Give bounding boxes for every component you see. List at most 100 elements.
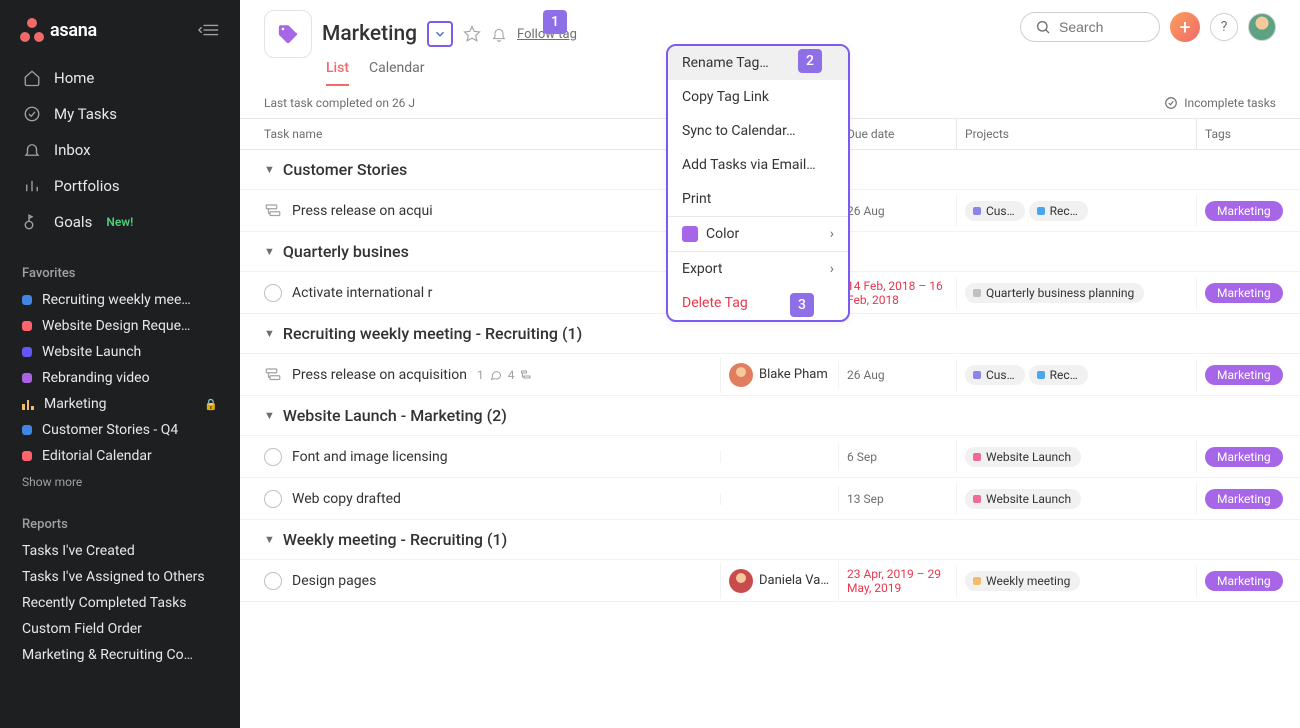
main-content: Marketing Follow tag ListCalendar +: [240, 0, 1300, 728]
sidebar-favorite-item[interactable]: Website Design Reque…: [8, 313, 232, 339]
tag-pill[interactable]: Marketing: [1205, 201, 1283, 221]
col-tags[interactable]: Tags: [1196, 119, 1300, 149]
tag-pill[interactable]: Marketing: [1205, 447, 1283, 467]
user-avatar[interactable]: [1248, 13, 1276, 41]
task-name: Press release on acqui: [292, 203, 433, 219]
menu-copy-tag-link[interactable]: Copy Tag Link: [668, 80, 848, 114]
section-title: Customer Stories: [283, 160, 407, 179]
project-color-dot: [22, 321, 32, 331]
menu-delete-tag[interactable]: Delete Tag: [668, 286, 848, 320]
project-pill[interactable]: Weekly meeting: [965, 571, 1080, 591]
bell-icon: [491, 26, 507, 42]
sidebar-favorite-item[interactable]: Rebranding video: [8, 365, 232, 391]
sidebar-report-item[interactable]: Tasks I've Assigned to Others: [8, 564, 232, 590]
complete-checkbox[interactable]: [264, 572, 282, 590]
project-color-dot: [22, 451, 32, 461]
sidebar-report-item[interactable]: Recently Completed Tasks: [8, 590, 232, 616]
col-due[interactable]: Due date: [838, 119, 956, 149]
sidebar-favorite-item[interactable]: Marketing🔒: [8, 391, 232, 417]
sidebar-favorite-item[interactable]: Editorial Calendar: [8, 443, 232, 469]
task-name: Font and image licensing: [292, 449, 448, 465]
home-icon: [22, 68, 42, 88]
section-header[interactable]: ▼Website Launch - Marketing (2): [240, 396, 1300, 436]
complete-checkbox[interactable]: [264, 490, 282, 508]
menu-export[interactable]: Export›: [668, 252, 848, 286]
section-header[interactable]: ▼Weekly meeting - Recruiting (1): [240, 520, 1300, 560]
callout-2: 2: [798, 49, 822, 73]
project-pill[interactable]: Website Launch: [965, 489, 1081, 509]
sidebar-report-item[interactable]: Custom Field Order: [8, 616, 232, 642]
project-label: Weekly meeting: [986, 574, 1070, 588]
sidebar-report-item[interactable]: Tasks I've Created: [8, 538, 232, 564]
menu-color[interactable]: Color›: [668, 217, 848, 251]
sidebar-nav-portfolios[interactable]: Portfolios: [8, 168, 232, 204]
menu-add-tasks-email[interactable]: Add Tasks via Email…: [668, 148, 848, 182]
complete-checkbox[interactable]: [264, 448, 282, 466]
sidebar-nav-goals[interactable]: GoalsNew!: [8, 204, 232, 240]
tag-pill[interactable]: Marketing: [1205, 571, 1283, 591]
project-color-dot: [22, 347, 32, 357]
complete-checkbox[interactable]: [264, 284, 282, 302]
tag-menu-button[interactable]: [427, 21, 453, 47]
project-pill[interactable]: Rec…: [1029, 365, 1088, 385]
add-button[interactable]: +: [1170, 12, 1200, 42]
tab-calendar[interactable]: Calendar: [369, 56, 425, 86]
callout-1: 1: [543, 10, 567, 34]
task-row[interactable]: Design pagesDaniela Var…23 Apr, 2019 – 2…: [240, 560, 1300, 602]
task-row[interactable]: Press release on acquisition14Blake Pham…: [240, 354, 1300, 396]
project-pill[interactable]: Cus…: [965, 365, 1025, 385]
sidebar-favorite-item[interactable]: Website Launch: [8, 339, 232, 365]
sidebar-nav-my-tasks[interactable]: My Tasks: [8, 96, 232, 132]
project-color-dot: [973, 577, 981, 585]
search-input[interactable]: [1059, 19, 1139, 35]
filter-incomplete[interactable]: Incomplete tasks: [1164, 96, 1276, 110]
task-row[interactable]: Web copy drafted13 SepWebsite LaunchMark…: [240, 478, 1300, 520]
sidebar-nav-home[interactable]: Home: [8, 60, 232, 96]
sidebar-favorite-item[interactable]: Recruiting weekly mee…: [8, 287, 232, 313]
help-button[interactable]: ?: [1210, 13, 1238, 41]
tab-list[interactable]: List: [326, 56, 349, 86]
tag-pill[interactable]: Marketing: [1205, 283, 1283, 303]
tag-icon: [264, 10, 312, 58]
col-task-name[interactable]: Task name: [240, 119, 720, 149]
search-icon: [1035, 19, 1051, 35]
task-name: Web copy drafted: [292, 491, 401, 507]
sidebar-nav-label: Goals: [54, 213, 92, 231]
project-label: Cus…: [986, 204, 1015, 218]
col-projects[interactable]: Projects: [956, 119, 1196, 149]
sidebar-report-item[interactable]: Marketing & Recruiting Co…: [8, 642, 232, 668]
assignee-avatar: [729, 363, 753, 387]
project-pill[interactable]: Quarterly business planning: [965, 283, 1144, 303]
menu-sync-calendar[interactable]: Sync to Calendar…: [668, 114, 848, 148]
tag-pill[interactable]: Marketing: [1205, 365, 1283, 385]
report-label: Recently Completed Tasks: [22, 595, 218, 611]
asana-logo[interactable]: asana: [20, 18, 97, 42]
favorite-label: Website Design Reque…: [42, 318, 218, 334]
sidebar-nav-inbox[interactable]: Inbox: [8, 132, 232, 168]
status-text: Last task completed on 26 J: [264, 96, 415, 110]
star-button[interactable]: [463, 25, 481, 43]
asana-dots-icon: [20, 18, 44, 42]
section-title: Quarterly busines: [283, 242, 409, 261]
sidebar-nav-label: Portfolios: [54, 177, 120, 195]
comment-icon: [490, 369, 502, 381]
project-label: Quarterly business planning: [986, 286, 1134, 300]
due-date: 6 Sep: [838, 444, 956, 470]
collapse-sidebar-button[interactable]: [198, 21, 220, 39]
project-color-dot: [1037, 207, 1045, 215]
project-pill[interactable]: Website Launch: [965, 447, 1081, 467]
caret-down-icon: ▼: [264, 409, 275, 422]
task-row[interactable]: Font and image licensing 6 Sep Website Lau…: [240, 436, 1300, 478]
show-more-link[interactable]: Show more: [8, 469, 232, 495]
project-color-dot: [22, 373, 32, 383]
project-label: Website Launch: [986, 450, 1071, 464]
favorite-label: Marketing: [44, 396, 194, 412]
search-box[interactable]: [1020, 12, 1160, 42]
tag-pill[interactable]: Marketing: [1205, 489, 1283, 509]
sidebar-nav-label: My Tasks: [54, 105, 117, 123]
project-pill[interactable]: Cus…: [965, 201, 1025, 221]
menu-print[interactable]: Print: [668, 182, 848, 216]
project-color-dot: [973, 371, 981, 379]
project-pill[interactable]: Rec…: [1029, 201, 1088, 221]
sidebar-favorite-item[interactable]: Customer Stories - Q4: [8, 417, 232, 443]
